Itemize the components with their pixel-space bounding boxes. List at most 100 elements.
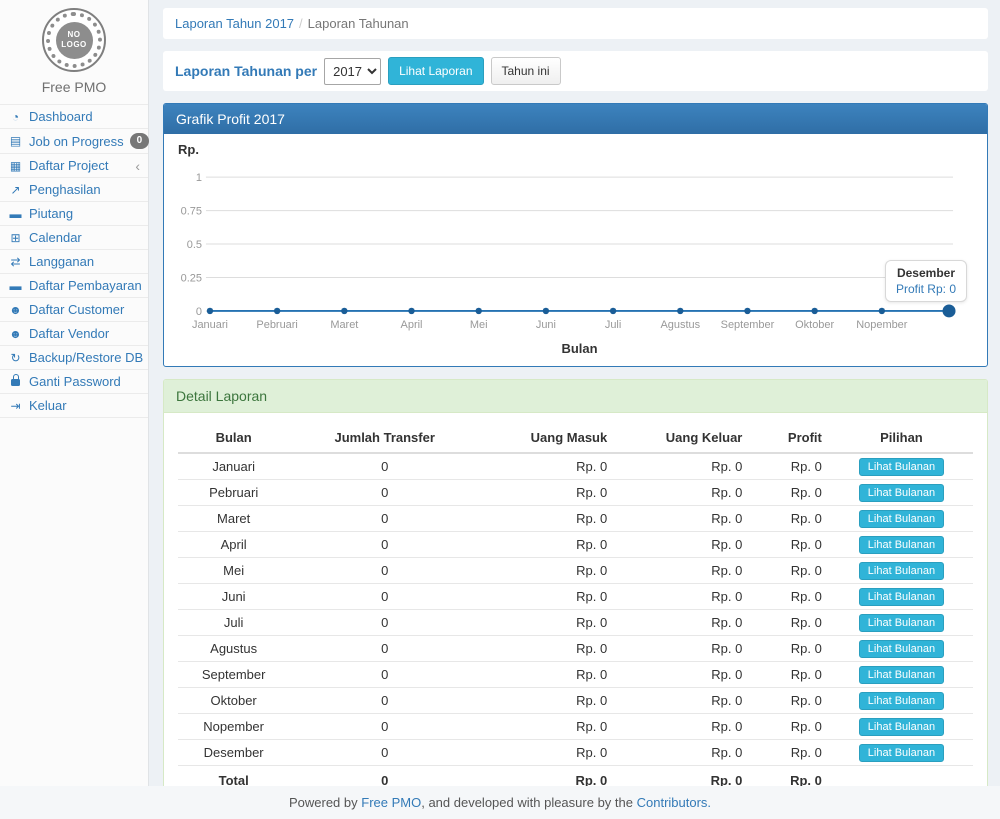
- lihat-bulanan-button[interactable]: Lihat Bulanan: [859, 640, 944, 658]
- breadcrumb-current: Laporan Tahunan: [308, 16, 409, 31]
- transfer-count-cell: 0: [289, 558, 480, 584]
- action-cell: Lihat Bulanan: [830, 584, 973, 610]
- table-header-row: BulanJumlah TransferUang MasukUang Kelua…: [178, 423, 973, 453]
- month-cell: Maret: [178, 506, 289, 532]
- lihat-bulanan-button[interactable]: Lihat Bulanan: [859, 692, 944, 710]
- sidebar-item-label: Daftar Vendor: [29, 326, 109, 341]
- current-year-button[interactable]: Tahun ini: [491, 57, 561, 85]
- table-row: Mei0Rp. 0Rp. 0Rp. 0Lihat Bulanan: [178, 558, 973, 584]
- table-row: Desember0Rp. 0Rp. 0Rp. 0Lihat Bulanan: [178, 740, 973, 766]
- money-in-cell: Rp. 0: [480, 636, 615, 662]
- sidebar-item-daftar-project[interactable]: ▦Daftar Project‹: [0, 154, 148, 178]
- lihat-bulanan-button[interactable]: Lihat Bulanan: [859, 666, 944, 684]
- sidebar: NO LOGO Free PMO ◔Dashboard▤Job on Progr…: [0, 0, 149, 786]
- transfer-count-cell: 0: [289, 532, 480, 558]
- action-cell: Lihat Bulanan: [830, 662, 973, 688]
- sidebar-item-keluar[interactable]: ⇥Keluar: [0, 394, 148, 418]
- profit-cell: Rp. 0: [750, 688, 830, 714]
- sidebar-item-daftar-vendor[interactable]: ☻Daftar Vendor: [0, 322, 148, 346]
- money-in-cell: Rp. 0: [480, 610, 615, 636]
- sidebar-item-backup-restore-db[interactable]: ↻Backup/Restore DB: [0, 346, 148, 370]
- sidebar-item-piutang[interactable]: ▬Piutang: [0, 202, 148, 226]
- money-in-cell: Rp. 0: [480, 662, 615, 688]
- total-month-cell: Total: [178, 766, 289, 787]
- sidebar-item-job-on-progress[interactable]: ▤Job on Progress0: [0, 129, 148, 154]
- transfer-count-cell: 0: [289, 453, 480, 480]
- sidebar-item-daftar-pembayaran[interactable]: ▬Daftar Pembayaran: [0, 274, 148, 298]
- lihat-bulanan-button[interactable]: Lihat Bulanan: [859, 718, 944, 736]
- tooltip-value: Profit Rp: 0: [896, 282, 956, 296]
- retweet-icon: ⇄: [8, 255, 23, 269]
- brand-name: Free PMO: [0, 72, 148, 104]
- transfer-count-cell: 0: [289, 714, 480, 740]
- money-in-cell: Rp. 0: [480, 506, 615, 532]
- x-tick-label: April: [401, 319, 423, 331]
- col-header-bulan: Bulan: [178, 423, 289, 453]
- lihat-bulanan-button[interactable]: Lihat Bulanan: [859, 484, 944, 502]
- footer-text-prefix: Powered by: [289, 795, 358, 810]
- count-badge: 0: [130, 133, 150, 149]
- money-out-cell: Rp. 0: [615, 610, 750, 636]
- lihat-bulanan-button[interactable]: Lihat Bulanan: [859, 588, 944, 606]
- transfer-count-cell: 0: [289, 688, 480, 714]
- profit-chart-panel: Grafik Profit 2017 Rp. 10.750.50.250Janu…: [163, 103, 988, 367]
- sidebar-item-daftar-customer[interactable]: ☻Daftar Customer: [0, 298, 148, 322]
- money-out-cell: Rp. 0: [615, 584, 750, 610]
- month-cell: Juli: [178, 610, 289, 636]
- detail-table: BulanJumlah TransferUang MasukUang Kelua…: [178, 423, 973, 786]
- money-out-cell: Rp. 0: [615, 506, 750, 532]
- y-tick-label: 0.5: [187, 239, 202, 251]
- sidebar-menu: ◔Dashboard▤Job on Progress0▦Daftar Proje…: [0, 104, 148, 418]
- profit-cell: Rp. 0: [750, 558, 830, 584]
- profit-cell: Rp. 0: [750, 480, 830, 506]
- transfer-count-cell: 0: [289, 610, 480, 636]
- action-cell: Lihat Bulanan: [830, 688, 973, 714]
- app-window: NO LOGO Free PMO ◔Dashboard▤Job on Progr…: [0, 0, 1000, 819]
- lihat-bulanan-button[interactable]: Lihat Bulanan: [859, 536, 944, 554]
- month-cell: Mei: [178, 558, 289, 584]
- action-cell: Lihat Bulanan: [830, 558, 973, 584]
- profit-line-chart[interactable]: 10.750.50.250JanuariPebruariMaretAprilMe…: [178, 159, 973, 364]
- view-report-button[interactable]: Lihat Laporan: [388, 57, 483, 85]
- profit-cell: Rp. 0: [750, 636, 830, 662]
- action-cell: Lihat Bulanan: [830, 453, 973, 480]
- sidebar-item-calendar[interactable]: ⊞Calendar: [0, 226, 148, 250]
- month-cell: April: [178, 532, 289, 558]
- lihat-bulanan-button[interactable]: Lihat Bulanan: [859, 744, 944, 762]
- action-cell: Lihat Bulanan: [830, 480, 973, 506]
- footer-text-middle: , and developed with pleasure by the: [421, 795, 633, 810]
- y-axis-title: Rp.: [178, 142, 973, 157]
- x-tick-label: Juni: [536, 319, 556, 331]
- total-money-out-cell: Rp. 0: [615, 766, 750, 787]
- year-select[interactable]: 2017: [324, 58, 381, 85]
- sidebar-item-dashboard[interactable]: ◔Dashboard: [0, 105, 148, 129]
- col-header-profit: Profit: [750, 423, 830, 453]
- profit-cell: Rp. 0: [750, 532, 830, 558]
- lihat-bulanan-button[interactable]: Lihat Bulanan: [859, 458, 944, 476]
- sidebar-item-label: Piutang: [29, 206, 73, 221]
- lock-icon: [8, 375, 23, 389]
- table-row: Maret0Rp. 0Rp. 0Rp. 0Lihat Bulanan: [178, 506, 973, 532]
- lihat-bulanan-button[interactable]: Lihat Bulanan: [859, 510, 944, 528]
- sidebar-item-ganti-password[interactable]: Ganti Password: [0, 370, 148, 394]
- lihat-bulanan-button[interactable]: Lihat Bulanan: [859, 562, 944, 580]
- sidebar-item-label: Daftar Pembayaran: [29, 278, 142, 293]
- footer-brand-link[interactable]: Free PMO: [361, 795, 421, 810]
- sidebar-item-langganan[interactable]: ⇄Langganan: [0, 250, 148, 274]
- y-tick-label: 1: [196, 172, 202, 184]
- money-out-cell: Rp. 0: [615, 740, 750, 766]
- money-in-cell: Rp. 0: [480, 558, 615, 584]
- detail-panel-title: Detail Laporan: [164, 380, 987, 413]
- y-tick-label: 0.25: [181, 272, 202, 284]
- money-out-cell: Rp. 0: [615, 480, 750, 506]
- month-cell: September: [178, 662, 289, 688]
- breadcrumb-link[interactable]: Laporan Tahun 2017: [175, 16, 294, 31]
- lihat-bulanan-button[interactable]: Lihat Bulanan: [859, 614, 944, 632]
- transfer-count-cell: 0: [289, 584, 480, 610]
- month-cell: Nopember: [178, 714, 289, 740]
- sidebar-item-penghasilan[interactable]: ↗Penghasilan: [0, 178, 148, 202]
- calendar-icon: ⊞: [8, 231, 23, 245]
- x-tick-label: September: [721, 319, 775, 331]
- table-row: Juni0Rp. 0Rp. 0Rp. 0Lihat Bulanan: [178, 584, 973, 610]
- footer-contributors-link[interactable]: Contributors.: [637, 795, 711, 810]
